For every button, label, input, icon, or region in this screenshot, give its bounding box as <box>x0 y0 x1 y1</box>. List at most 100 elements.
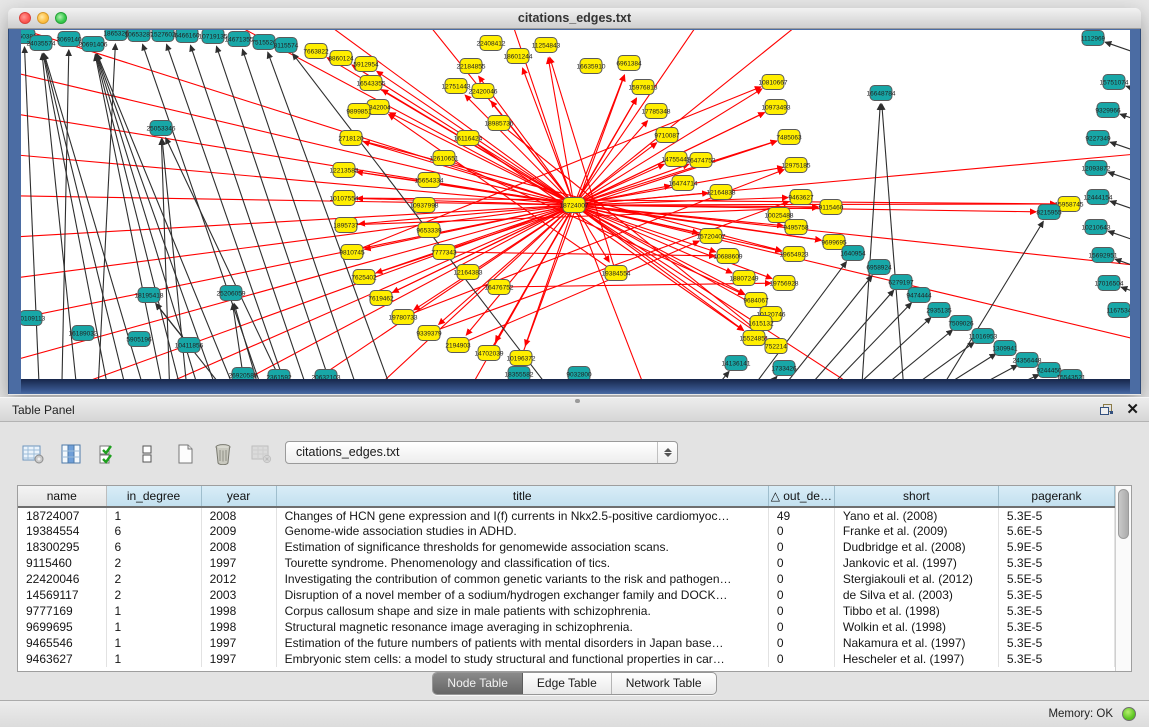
graph-node[interactable]: 24356448 <box>1013 353 1042 368</box>
graph-node[interactable]: 11254843 <box>532 38 561 53</box>
graph-node[interactable]: 9227349 <box>1085 131 1111 146</box>
graph-node[interactable]: 1309941 <box>992 341 1018 356</box>
close-window-button[interactable] <box>19 12 31 24</box>
graph-node[interactable]: 16474752 <box>687 153 716 168</box>
tab-edge-table[interactable]: Edge Table <box>523 673 612 694</box>
graph-node[interactable]: 8115574 <box>274 38 299 53</box>
table-row[interactable]: 1872400712008Changes of HCN gene express… <box>18 507 1115 523</box>
graph-node[interactable]: 12444154 <box>1084 190 1113 205</box>
graph-node[interactable]: 10937998 <box>410 198 439 213</box>
graph-node[interactable]: 8215955 <box>1036 205 1062 220</box>
graph-node[interactable]: 22184855 <box>457 59 486 74</box>
graph-node[interactable]: 9810745 <box>339 245 365 260</box>
graph-node[interactable]: 7663822 <box>303 44 329 59</box>
graph-node[interactable]: 18807249 <box>730 271 759 286</box>
graph-node[interactable]: 18195418 <box>135 288 164 303</box>
table-row[interactable]: 969969511998Structural magnetic resonanc… <box>18 619 1115 635</box>
graph-node[interactable]: 9032800 <box>566 367 592 380</box>
graph-node[interactable]: 16648784 <box>867 86 896 101</box>
scrollbar-thumb[interactable] <box>1118 489 1129 539</box>
table-row[interactable]: 1830029562008Estimation of significance … <box>18 539 1115 555</box>
column-header-short[interactable]: short <box>834 486 998 507</box>
graph-node[interactable]: 10196372 <box>507 351 536 366</box>
column-header-year[interactable]: year <box>201 486 276 507</box>
graph-node[interactable]: 6958924 <box>866 260 892 275</box>
table-row[interactable]: 2242004622012Investigating the contribut… <box>18 571 1115 587</box>
citation-network-graph[interactable]: 1950381 24035574 3069140 20691406 186532… <box>21 30 1130 379</box>
graph-node[interactable]: 6961384 <box>616 56 642 71</box>
graph-node[interactable]: 16543355 <box>357 76 386 91</box>
delete-table-icon[interactable] <box>210 441 236 467</box>
graph-node[interactable]: 15692951 <box>1089 248 1118 263</box>
graph-node[interactable]: 24035574 <box>27 36 56 51</box>
graph-node[interactable]: 1527602 <box>150 30 176 42</box>
graph-node[interactable]: 10688609 <box>714 249 743 264</box>
graph-node[interactable]: 6466160 <box>174 30 200 43</box>
graph-node[interactable]: 9710087 <box>654 128 680 143</box>
tab-node-table[interactable]: Node Table <box>433 673 523 694</box>
zoom-window-button[interactable] <box>55 12 67 24</box>
table-scrollbar[interactable] <box>1115 486 1131 671</box>
graph-node[interactable]: 26920583 <box>229 368 258 380</box>
graph-node[interactable]: 5905196 <box>126 332 152 347</box>
graph-node[interactable]: 19654923 <box>780 247 809 262</box>
graph-node[interactable]: 7619462 <box>368 291 394 306</box>
graph-node[interactable]: 25206059 <box>217 286 246 301</box>
graph-node[interactable]: 15654334 <box>415 173 444 188</box>
graph-node[interactable]: 25053346 <box>147 121 176 136</box>
graph-node[interactable]: 17785348 <box>642 104 671 119</box>
graph-node[interactable]: 15976813 <box>629 80 658 95</box>
column-header-in_degree[interactable]: in_degree <box>106 486 201 507</box>
graph-node[interactable]: 9115460 <box>819 200 844 215</box>
graph-node[interactable]: 16635910 <box>577 59 606 74</box>
graph-node[interactable]: 22420046 <box>469 84 498 99</box>
graph-node[interactable]: 1895737 <box>333 218 359 233</box>
tab-network-table[interactable]: Network Table <box>612 673 716 694</box>
graph-node[interactable]: 15751074 <box>1100 75 1129 90</box>
graph-node[interactable]: 18724007 <box>560 198 589 213</box>
graph-node[interactable]: 19780733 <box>389 310 418 325</box>
graph-node[interactable]: 9339379 <box>416 326 442 341</box>
float-panel-icon[interactable] <box>1099 403 1114 417</box>
graph-node[interactable]: 9495758 <box>783 220 809 235</box>
graph-node[interactable]: 9684067 <box>743 293 769 308</box>
graph-node[interactable]: 18985736 <box>485 116 514 131</box>
graph-node[interactable]: 20691406 <box>79 37 108 52</box>
panel-resize-grip[interactable] <box>575 399 580 403</box>
graph-node[interactable]: 16116424 <box>454 131 483 146</box>
table-mode-icon[interactable] <box>20 441 46 467</box>
close-panel-icon[interactable]: ✕ <box>1126 402 1139 418</box>
graph-node[interactable]: 12975185 <box>782 158 811 173</box>
table-row[interactable]: 946554611997Estimation of the future num… <box>18 635 1115 651</box>
graph-node[interactable]: 10210643 <box>1082 220 1111 235</box>
graph-node[interactable]: 1733426 <box>771 361 797 376</box>
graph-node[interactable]: 20632103 <box>312 370 341 380</box>
graph-node[interactable]: 14702039 <box>475 346 504 361</box>
graph-node[interactable]: 1615132 <box>748 316 774 331</box>
import-table-disabled-icon[interactable] <box>248 441 274 467</box>
graph-node[interactable]: 9329966 <box>1095 103 1121 118</box>
graph-node[interactable]: 19384554 <box>602 266 631 281</box>
graph-node[interactable]: 12610651 <box>430 151 459 166</box>
graph-node[interactable]: 10719135 <box>199 30 228 44</box>
graph-node[interactable]: 12213583 <box>330 163 359 178</box>
graph-node[interactable]: 12164383 <box>454 265 483 280</box>
graph-node[interactable]: 16474714 <box>669 176 698 191</box>
graph-node[interactable]: 12164838 <box>707 185 736 200</box>
graph-node[interactable]: 17016504 <box>1095 276 1124 291</box>
graph-node[interactable]: 19756928 <box>770 276 799 291</box>
graph-node[interactable]: 2194903 <box>445 338 471 353</box>
graph-node[interactable]: 6279197 <box>888 275 914 290</box>
graph-node[interactable]: 7509026 <box>948 316 974 331</box>
graph-node[interactable]: 7485063 <box>776 130 802 145</box>
new-table-icon[interactable] <box>172 441 198 467</box>
graph-node[interactable]: 10973493 <box>762 100 791 115</box>
table-row[interactable]: 977716911998Corpus callosum shape and si… <box>18 603 1115 619</box>
graph-node[interactable]: 5912954 <box>353 57 379 72</box>
graph-node[interactable]: 22408412 <box>477 36 506 51</box>
graph-node[interactable]: 12751443 <box>442 79 471 94</box>
graph-node[interactable]: 15720407 <box>697 229 726 244</box>
column-header-title[interactable]: title <box>276 486 768 507</box>
minimize-window-button[interactable] <box>37 12 49 24</box>
table-row[interactable]: 1938455462009Genome-wide association stu… <box>18 523 1115 539</box>
